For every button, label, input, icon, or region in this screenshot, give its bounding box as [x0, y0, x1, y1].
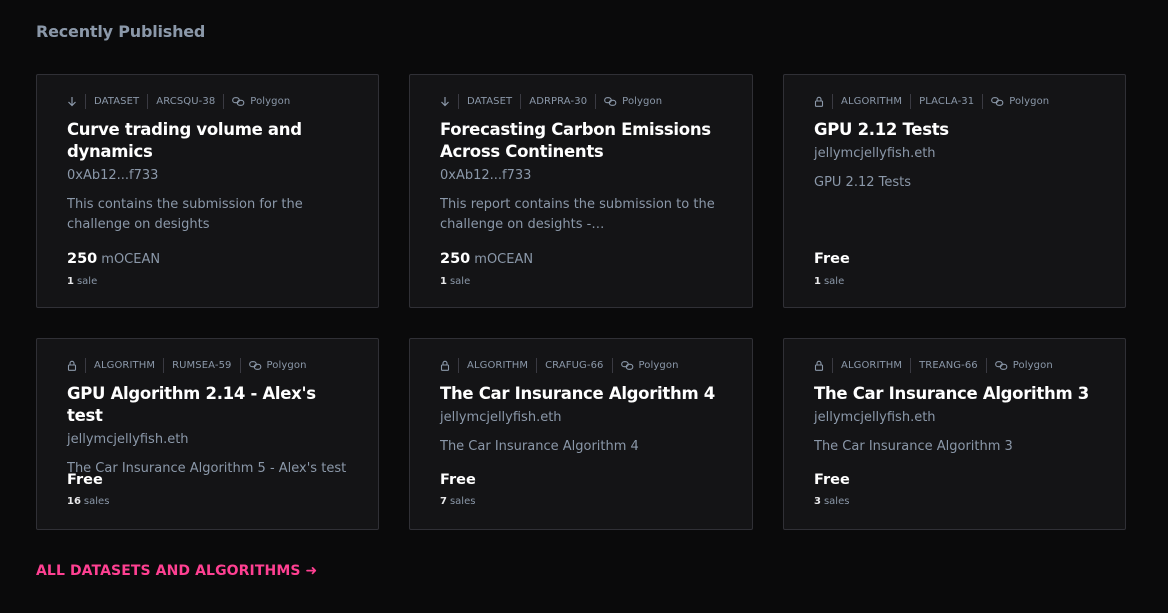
asset-card[interactable]: ALGORITHM TREANG-66 Polygon The Car Insu…	[783, 338, 1126, 530]
price-amount: 250	[440, 251, 471, 267]
asset-title[interactable]: The Car Insurance Algorithm 3	[814, 383, 1095, 405]
asset-type: ALGORITHM	[832, 357, 910, 373]
asset-sales: 1 sale	[814, 276, 844, 287]
asset-card[interactable]: ALGORITHM RUMSEA-59 Polygon GPU Algorith…	[36, 338, 379, 530]
asset-price: 250 mOCEAN	[440, 251, 533, 267]
link-icon	[232, 96, 245, 106]
asset-owner[interactable]: jellymcjellyfish.eth	[814, 145, 1095, 163]
download-icon	[440, 95, 450, 107]
asset-owner[interactable]: 0xAb12...f733	[67, 167, 348, 185]
asset-network: Polygon	[250, 95, 291, 107]
sales-label: sale	[449, 276, 471, 287]
sales-count: 1	[67, 276, 74, 287]
asset-owner[interactable]: 0xAb12...f733	[440, 167, 722, 185]
asset-sales: 7 sales	[440, 496, 475, 507]
price-amount: 250	[67, 251, 98, 267]
asset-price: Free	[814, 472, 854, 488]
asset-card[interactable]: ALGORITHM PLACLA-31 Polygon GPU 2.12 Tes…	[783, 74, 1126, 308]
asset-owner[interactable]: jellymcjellyfish.eth	[440, 409, 722, 427]
asset-network: Polygon	[1009, 95, 1050, 107]
asset-meta: ALGORITHM TREANG-66 Polygon	[814, 357, 1095, 373]
sales-label: sales	[823, 496, 850, 507]
link-icon	[248, 360, 262, 370]
asset-title[interactable]: GPU Algorithm 2.14 - Alex's test	[67, 383, 348, 427]
asset-network: Polygon	[266, 359, 307, 371]
asset-symbol: ADRPRA-30	[520, 93, 595, 109]
asset-type: ALGORITHM	[832, 93, 910, 109]
asset-sales: 1 sale	[440, 276, 470, 287]
asset-price: Free	[814, 251, 854, 267]
asset-meta: DATASET ARCSQU-38 Polygon	[67, 93, 348, 109]
asset-title[interactable]: GPU 2.12 Tests	[814, 119, 1095, 141]
asset-type: ALGORITHM	[458, 357, 536, 373]
asset-network: Polygon	[1012, 359, 1053, 371]
asset-symbol: ARCSQU-38	[147, 93, 223, 109]
asset-description: This contains the submission for the cha…	[67, 197, 303, 232]
sales-label: sales	[449, 496, 476, 507]
sales-label: sales	[83, 496, 110, 507]
link-icon	[994, 360, 1008, 370]
asset-meta: ALGORITHM RUMSEA-59 Polygon	[67, 357, 348, 373]
sales-count: 16	[67, 496, 81, 507]
sales-count: 3	[814, 496, 821, 507]
asset-description: The Car Insurance Algorithm 3	[814, 439, 1013, 454]
asset-network: Polygon	[638, 359, 679, 371]
lock-icon	[67, 359, 77, 371]
asset-owner[interactable]: jellymcjellyfish.eth	[67, 431, 348, 449]
asset-description: GPU 2.12 Tests	[814, 175, 912, 190]
asset-price: Free	[67, 472, 107, 488]
asset-symbol: CRAFUG-66	[536, 357, 611, 373]
price-amount: Free	[67, 472, 103, 488]
link-icon	[991, 96, 1004, 106]
asset-meta: DATASET ADRPRA-30 Polygon	[440, 93, 722, 109]
lock-icon	[814, 359, 824, 371]
asset-grid: DATASET ARCSQU-38 Polygon Curve trading …	[36, 74, 1126, 530]
price-amount: Free	[814, 472, 850, 488]
asset-card[interactable]: DATASET ARCSQU-38 Polygon Curve trading …	[36, 74, 379, 308]
asset-sales: 1 sale	[67, 276, 97, 287]
asset-description: The Car Insurance Algorithm 4	[440, 439, 639, 454]
asset-symbol: PLACLA-31	[910, 93, 982, 109]
asset-sales: 3 sales	[814, 496, 849, 507]
download-icon	[67, 95, 77, 107]
price-unit: mOCEAN	[101, 252, 161, 267]
asset-owner[interactable]: jellymcjellyfish.eth	[814, 409, 1095, 427]
lock-icon	[814, 95, 824, 107]
asset-price: 250 mOCEAN	[67, 251, 160, 267]
price-unit: mOCEAN	[474, 252, 534, 267]
asset-description: This report contains the submission to t…	[440, 197, 715, 232]
asset-type: DATASET	[458, 93, 520, 109]
link-icon	[604, 96, 617, 106]
asset-title[interactable]: Curve trading volume and dynamics	[67, 119, 348, 163]
lock-icon	[440, 359, 450, 371]
asset-symbol: RUMSEA-59	[163, 357, 239, 373]
all-datasets-link[interactable]: ALL DATASETS AND ALGORITHMS ➜	[36, 563, 317, 579]
sales-label: sale	[823, 276, 845, 287]
asset-title[interactable]: The Car Insurance Algorithm 4	[440, 383, 722, 405]
price-amount: Free	[440, 472, 476, 488]
asset-type: DATASET	[85, 93, 147, 109]
sales-label: sale	[76, 276, 98, 287]
asset-sales: 16 sales	[67, 496, 109, 507]
asset-meta: ALGORITHM CRAFUG-66 Polygon	[440, 357, 722, 373]
asset-title[interactable]: Forecasting Carbon Emissions Across Cont…	[440, 119, 722, 163]
sales-count: 1	[814, 276, 821, 287]
section-title: Recently Published	[36, 22, 206, 41]
asset-network: Polygon	[622, 95, 663, 107]
asset-meta: ALGORITHM PLACLA-31 Polygon	[814, 93, 1095, 109]
sales-count: 7	[440, 496, 447, 507]
sales-count: 1	[440, 276, 447, 287]
link-icon	[620, 360, 634, 370]
asset-symbol: TREANG-66	[910, 357, 986, 373]
asset-description: The Car Insurance Algorithm 5 - Alex's t…	[67, 461, 347, 476]
asset-card[interactable]: DATASET ADRPRA-30 Polygon Forecasting Ca…	[409, 74, 753, 308]
asset-type: ALGORITHM	[85, 357, 163, 373]
price-amount: Free	[814, 251, 850, 267]
asset-price: Free	[440, 472, 480, 488]
asset-card[interactable]: ALGORITHM CRAFUG-66 Polygon The Car Insu…	[409, 338, 753, 530]
